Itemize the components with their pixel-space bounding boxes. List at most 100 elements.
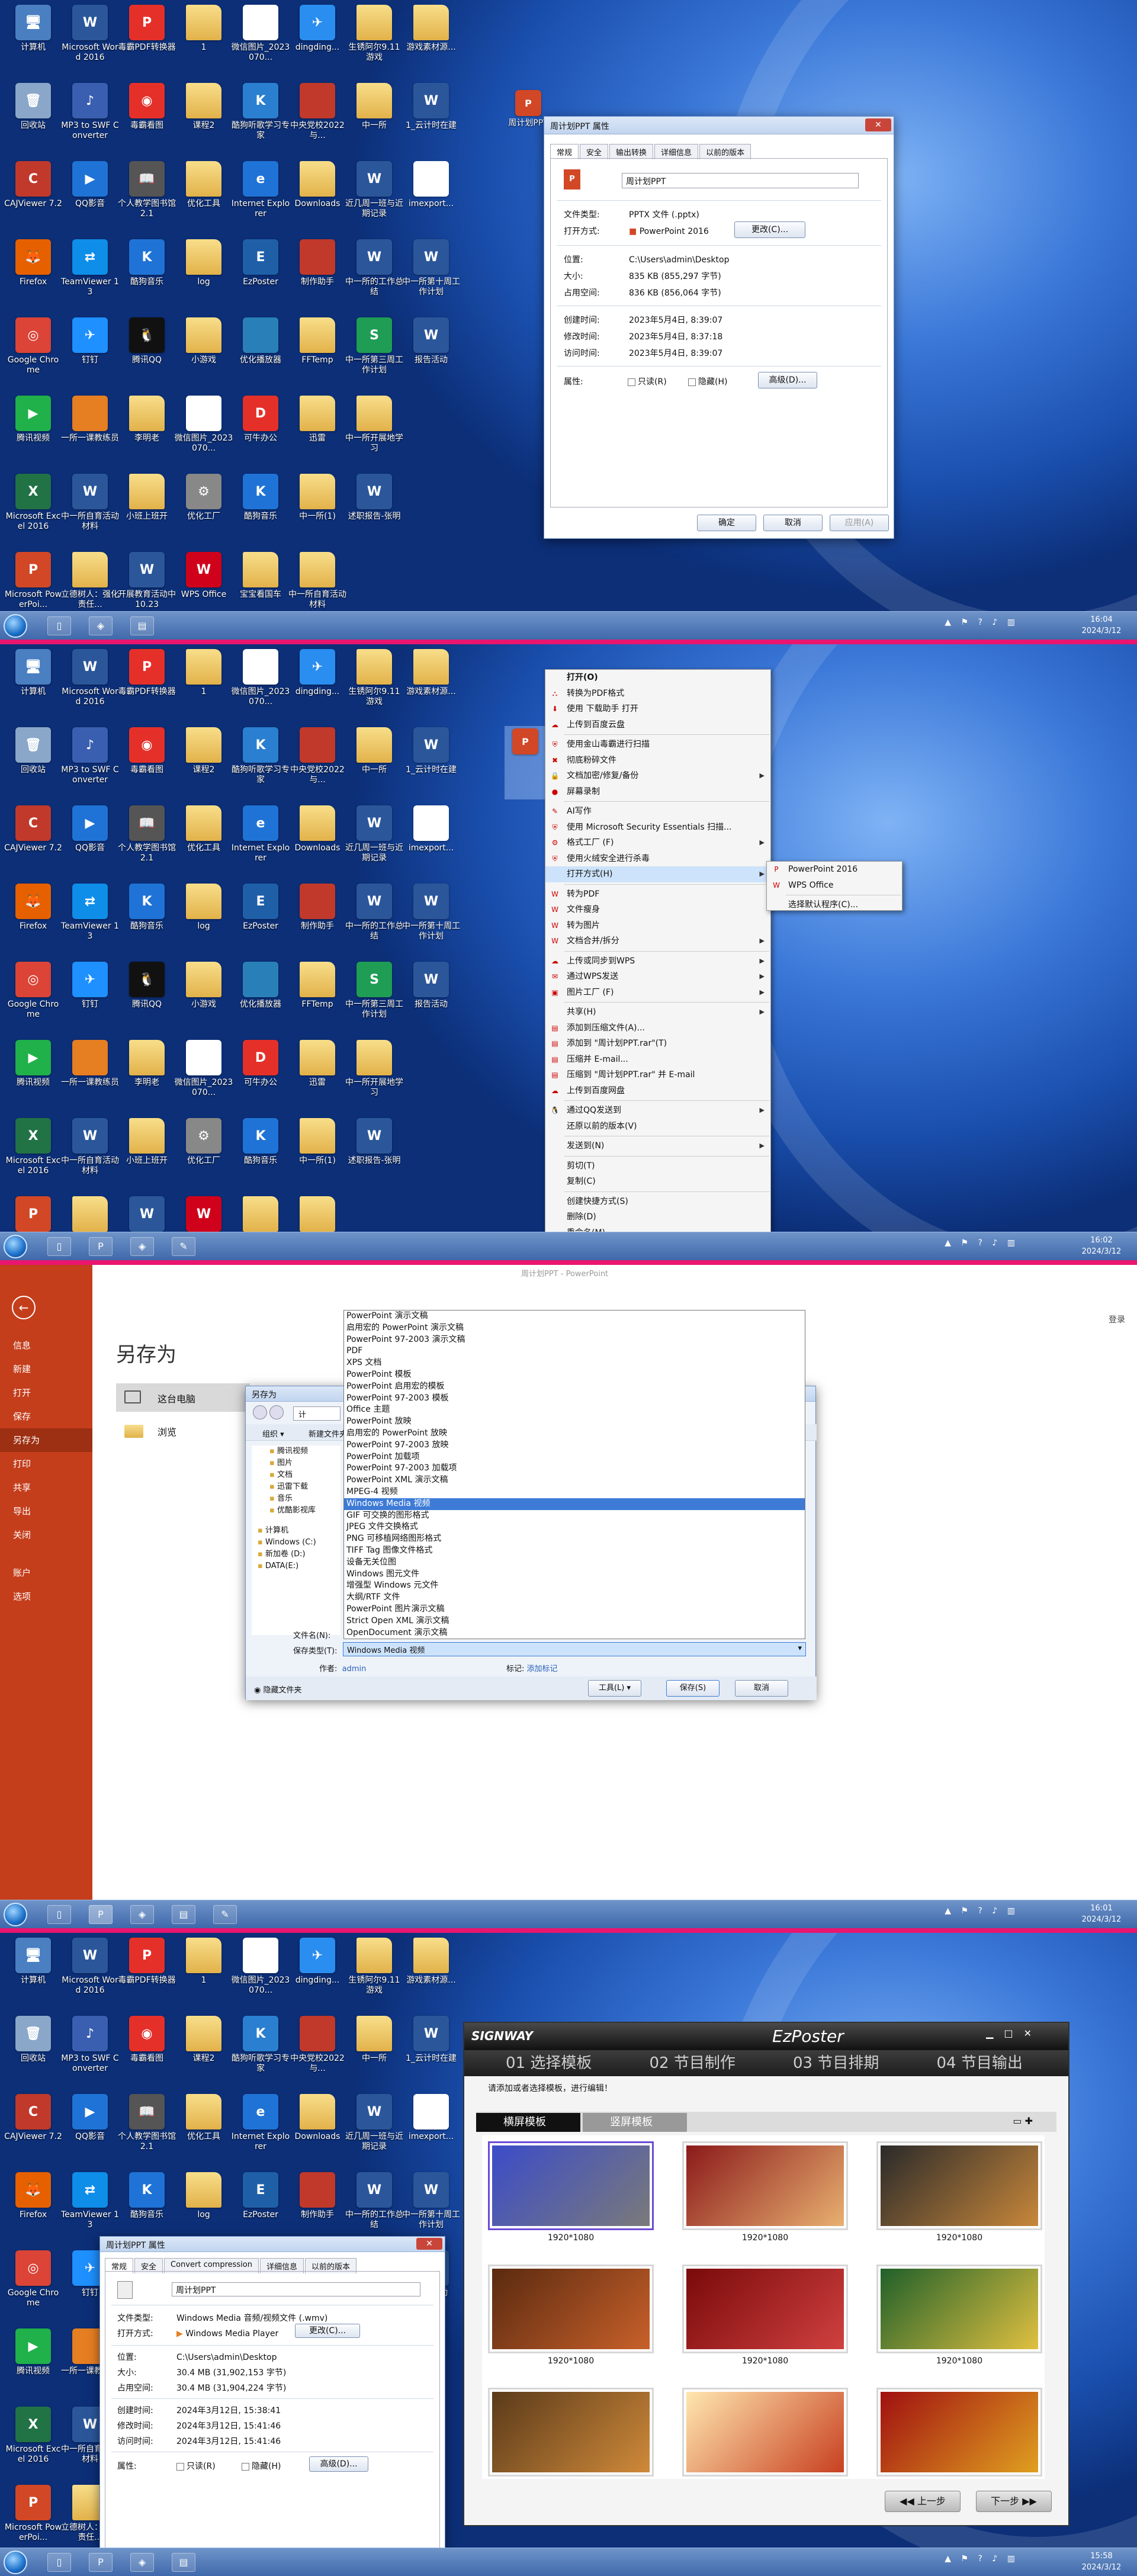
desktop-icon[interactable]: 制作助手	[288, 237, 347, 310]
desktop-icon[interactable]: 1	[174, 647, 233, 720]
desktop-icon[interactable]: 制作助手	[288, 881, 347, 955]
taskbar-explorer-icon[interactable]: ▤	[172, 2553, 195, 2572]
menu-item[interactable]: ✎ AI写作	[545, 804, 770, 820]
desktop-icon[interactable]: 游戏素材源...	[402, 2, 461, 76]
backstage-item[interactable]: 账户	[0, 1561, 92, 1585]
desktop-icon[interactable]: 📖 个人教学图书馆2.1	[117, 159, 176, 232]
desktop-icon[interactable]: W 近几周一班与近期记录	[345, 2092, 404, 2165]
desktop-icon[interactable]: ▶ 腾讯视频	[4, 393, 63, 467]
menu-item[interactable]: ☁ 上传到百度网盘	[545, 1083, 770, 1099]
menu-item[interactable]: ▤ 添加到压缩文件(A)...	[545, 1020, 770, 1036]
desktop-icon[interactable]: S 中一所第三周工作计划	[345, 959, 404, 1033]
desktop-icon[interactable]: W 中一所第十周工作计划	[402, 237, 461, 310]
save-type-option[interactable]: PowerPoint 97-2003 演示文稿	[344, 1334, 805, 1346]
desktop-icon[interactable]: W 1_云计时在建	[402, 725, 461, 798]
clock[interactable]: 16:02 2024/3/12	[1078, 1235, 1125, 1257]
desktop-icon-ppt-file-selected[interactable]: P	[505, 726, 546, 799]
desktop-icon[interactable]: imexport...	[402, 2092, 461, 2165]
tree-item[interactable]: ▪ 计算机	[252, 1525, 341, 1537]
template-thumbnail[interactable]: 1920*1080	[876, 2265, 1042, 2366]
tab-security[interactable]: 安全	[580, 144, 609, 159]
change-button[interactable]: 更改(C)...	[734, 221, 805, 238]
save-type-option[interactable]: 启用宏的 PowerPoint 放映	[344, 1428, 805, 1440]
desktop-icon[interactable]: 微信图片_2023070...	[174, 1038, 233, 1111]
desktop-icon[interactable]: log	[174, 237, 233, 310]
taskbar-pen-icon[interactable]: ✎	[172, 1237, 195, 1256]
desktop-icon[interactable]: 优化工具	[174, 159, 233, 232]
desktop-icon[interactable]: W Microsoft Word 2016	[60, 1935, 120, 2009]
desktop-icon[interactable]: 中一所(1)	[288, 1116, 347, 1189]
desktop-icon[interactable]: 🦊 Firefox	[4, 881, 63, 955]
save-type-option[interactable]: PowerPoint 演示文稿	[344, 1311, 805, 1322]
desktop-icon[interactable]: ✈ 钉钉	[60, 315, 120, 388]
desktop-icon[interactable]: ▶ QQ影音	[60, 2092, 120, 2165]
desktop-icon[interactable]: 优化播放器	[231, 315, 290, 388]
menu-item[interactable]: 发送到(N) ▶	[545, 1138, 770, 1154]
desktop-icon[interactable]: W 述职报告-张明	[345, 471, 404, 545]
backstage-item[interactable]: 关闭	[0, 1523, 92, 1547]
desktop-icon[interactable]: log	[174, 881, 233, 955]
desktop-icon[interactable]: 🐧 腾讯QQ	[117, 959, 176, 1033]
menu-item[interactable]: ⛨ 使用 Microsoft Security Essentials 扫描...	[545, 820, 770, 836]
desktop-icon[interactable]: 中一所	[345, 2013, 404, 2087]
save-type-option[interactable]: PowerPoint 启用宏的模板	[344, 1381, 805, 1393]
save-type-option[interactable]: 大纲/RTF 文件	[344, 1592, 805, 1604]
menu-item[interactable]: 还原以前的版本(V)	[545, 1119, 770, 1135]
save-type-option[interactable]: Strict Open XML 演示文稿	[344, 1615, 805, 1627]
save-type-option[interactable]: PowerPoint 模板	[344, 1369, 805, 1381]
cancel-button[interactable]: 取消	[763, 515, 823, 531]
desktop-icon[interactable]: ✈ dingding...	[288, 647, 347, 720]
desktop-icon[interactable]: 李明老	[117, 1038, 176, 1111]
save-type-option[interactable]: PNG 可移植网络图形格式	[344, 1533, 805, 1545]
clock[interactable]: 15:58 2024/3/12	[1078, 2551, 1125, 2573]
desktop-icon[interactable]: 🦊 Firefox	[4, 2170, 63, 2243]
desktop-icon[interactable]: 中一所(1)	[288, 471, 347, 545]
save-type-option[interactable]: MPEG-4 视频	[344, 1486, 805, 1498]
save-type-option[interactable]: PowerPoint 加载项	[344, 1451, 805, 1463]
desktop-icon[interactable]: ◉ 毒霸看图	[117, 2013, 176, 2087]
backstage-item[interactable]: 导出	[0, 1499, 92, 1523]
cancel-button[interactable]: 取消	[735, 1680, 788, 1697]
desktop-icon[interactable]: X Microsoft Excel 2016	[4, 2404, 63, 2478]
desktop-icon[interactable]: 中一所	[345, 81, 404, 154]
desktop-icon[interactable]: 优化工具	[174, 803, 233, 876]
menu-item[interactable]: ▣ 图片工厂 (F) ▶	[545, 985, 770, 1001]
desktop-icon[interactable]: FFTemp	[288, 959, 347, 1033]
backstage-item[interactable]: 选项	[0, 1585, 92, 1608]
desktop-icon[interactable]: ✈ dingding...	[288, 1935, 347, 2009]
system-tray[interactable]: ▲ ⚑ ? ♪ ▥	[945, 2554, 1019, 2564]
taskbar-explorer-icon[interactable]: ▤	[172, 1905, 195, 1924]
location-this-pc[interactable]: 这台电脑	[116, 1383, 250, 1412]
desktop-icon[interactable]: ⇄ TeamViewer 13	[60, 2170, 120, 2243]
desktop-icon[interactable]: 中一所开展地学习	[345, 393, 404, 467]
desktop-icon[interactable]: W 报告活动	[402, 315, 461, 388]
desktop-icon[interactable]: 迅雷	[288, 393, 347, 467]
desktop-icon[interactable]: W 中一所的工作总结	[345, 2170, 404, 2243]
close-button[interactable]: ✕	[416, 2238, 442, 2250]
system-tray[interactable]: ▲ ⚑ ? ♪ ▥	[945, 618, 1019, 627]
save-type-option[interactable]: OpenDocument 演示文稿	[344, 1627, 805, 1639]
menu-item[interactable]: 删除(D)	[545, 1209, 770, 1225]
tree-item[interactable]: ▪ 腾讯视频	[252, 1446, 341, 1457]
taskbar-file-icon[interactable]: ▯	[47, 616, 71, 635]
desktop-icon[interactable]: ⇄ TeamViewer 13	[60, 237, 120, 310]
desktop-icon[interactable]: ⚙ 优化工厂	[174, 1116, 233, 1189]
menu-item[interactable]: ▤ 压缩并 E-mail...	[545, 1052, 770, 1068]
save-type-option[interactable]: PDF	[344, 1345, 805, 1357]
desktop-icon[interactable]: W 近几周一班与近期记录	[345, 159, 404, 232]
tree-item[interactable]: ▪ 文档	[252, 1469, 341, 1481]
menu-item[interactable]: W WPS Office	[767, 878, 902, 894]
desktop-icon[interactable]: 中一所开展地学习	[345, 1038, 404, 1111]
start-button[interactable]	[4, 1903, 27, 1926]
save-type-option[interactable]: XPS 文档	[344, 1357, 805, 1369]
desktop-icon[interactable]: 课程2	[174, 2013, 233, 2087]
save-type-option[interactable]: 启用宏的 PowerPoint 演示文稿	[344, 1322, 805, 1334]
menu-item[interactable]: 🔒 文档加密/修复/备份 ▶	[545, 768, 770, 784]
desktop-icon[interactable]: 迅雷	[288, 1038, 347, 1111]
desktop-icon[interactable]: imexport...	[402, 159, 461, 232]
tree-item[interactable]: ▪ 新加卷 (D:)	[252, 1549, 341, 1560]
tab-portrait[interactable]: 竖屏模板	[583, 2113, 687, 2132]
desktop-icon[interactable]: W 1_云计时在建	[402, 2013, 461, 2087]
menu-item[interactable]: ⛨ 使用金山毒霸进行扫描	[545, 737, 770, 753]
taskbar-app-icon[interactable]: ◈	[130, 1237, 154, 1256]
